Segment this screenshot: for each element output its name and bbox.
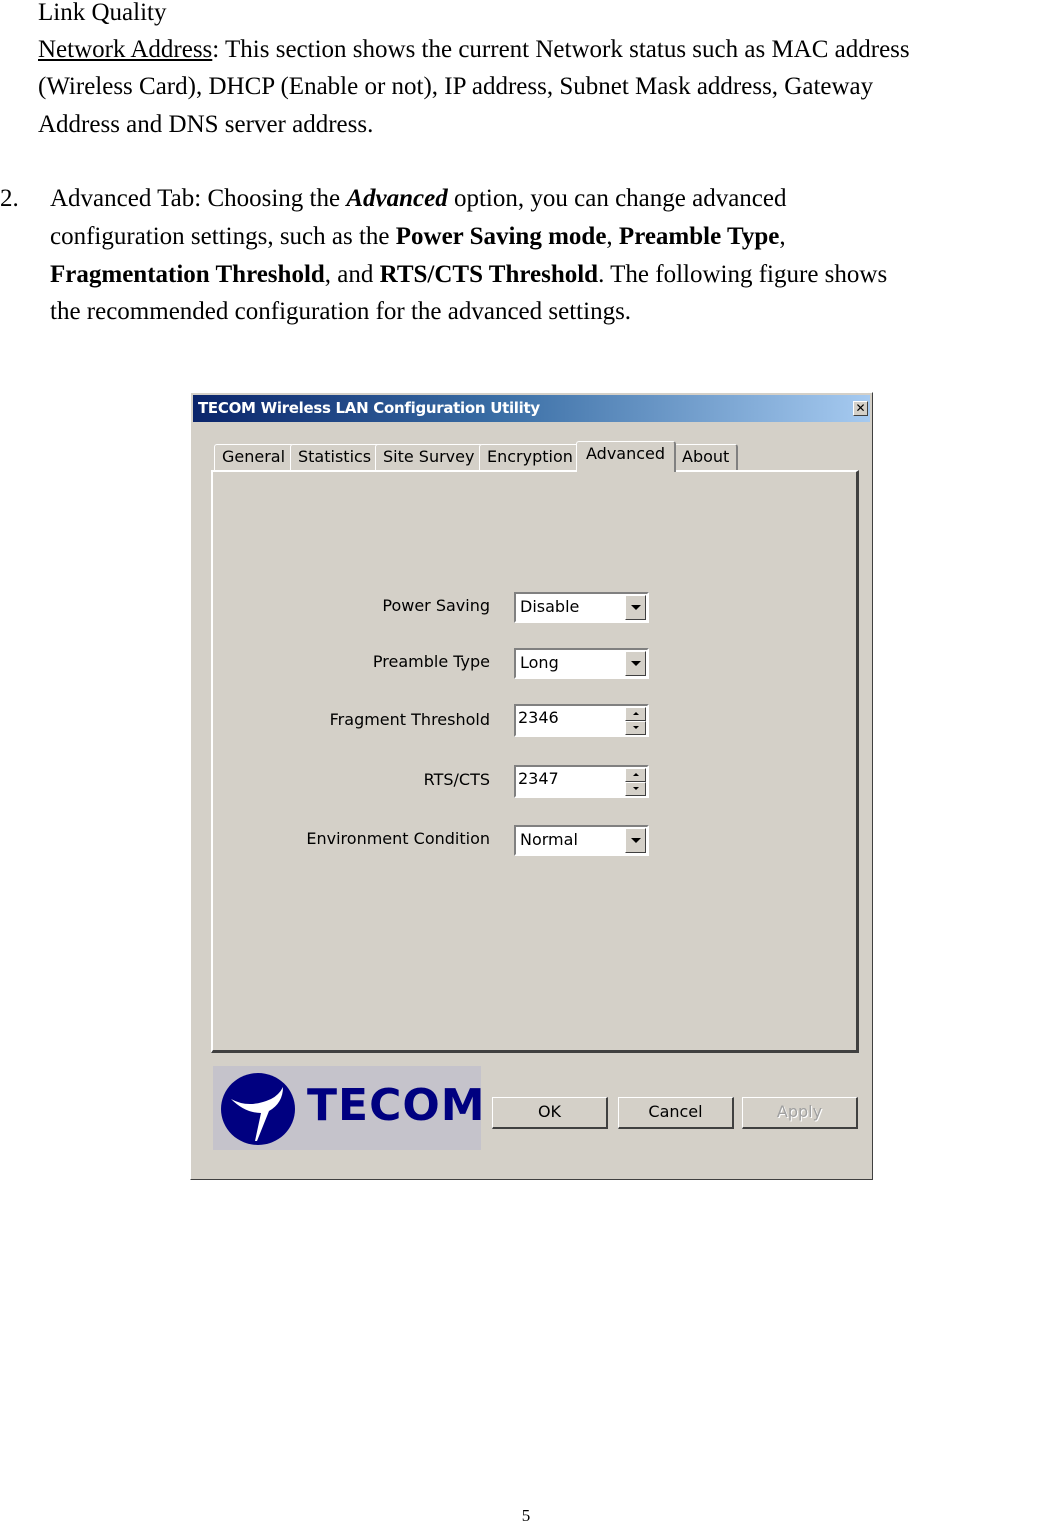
tab-general[interactable]: General xyxy=(214,444,295,470)
text: configuration settings, such as the xyxy=(50,223,396,250)
preamble-type-emphasis: Preamble Type xyxy=(618,223,780,250)
tab-advanced[interactable]: Advanced xyxy=(576,441,677,472)
advanced-tab-line-3: Fragmentation Threshold, and RTS/CTS Thr… xyxy=(50,256,887,294)
advanced-emphasis: Advanced xyxy=(346,185,448,212)
text: option, you can change advanced xyxy=(447,185,787,212)
network-address-line-1: Network Address: This section shows the … xyxy=(38,31,910,69)
fragment-threshold-value[interactable]: 2346 xyxy=(518,708,559,727)
logo-emblem-icon xyxy=(221,1073,295,1145)
apply-button[interactable]: Apply xyxy=(742,1097,858,1129)
spin-up-icon[interactable] xyxy=(625,768,646,782)
chevron-down-icon[interactable] xyxy=(625,828,646,853)
spin-down-icon[interactable] xyxy=(625,721,646,735)
tab-about[interactable]: About xyxy=(674,444,739,470)
fragment-threshold-spinner[interactable]: 2346 xyxy=(514,704,649,737)
network-address-line-3: Address and DNS server address. xyxy=(38,111,374,138)
tab-site-survey[interactable]: Site Survey xyxy=(375,444,484,470)
rts-cts-label: RTS/CTS xyxy=(423,770,490,789)
advanced-tab-line-2: configuration settings, such as the Powe… xyxy=(50,218,786,256)
text: , and xyxy=(324,261,380,288)
text: , xyxy=(606,223,619,250)
environment-condition-value: Normal xyxy=(520,830,578,849)
power-saving-label: Power Saving xyxy=(382,596,490,615)
tab-encryption[interactable]: Encryption xyxy=(479,444,582,470)
preamble-type-value: Long xyxy=(520,653,559,672)
advanced-panel: Power Saving Disable Preamble Type Long … xyxy=(211,470,859,1053)
tecom-logo: TECOM xyxy=(213,1066,485,1150)
spin-up-icon[interactable] xyxy=(625,707,646,721)
logo-wordmark: TECOM xyxy=(307,1080,486,1131)
logo-swoosh-icon xyxy=(231,1087,283,1141)
preamble-type-select[interactable]: Long xyxy=(514,648,649,679)
preamble-type-label: Preamble Type xyxy=(372,652,490,671)
environment-condition-select[interactable]: Normal xyxy=(514,825,649,856)
rts-cts-emphasis: RTS/CTS Threshold xyxy=(379,261,599,288)
title-bar[interactable]: TECOM Wireless LAN Configuration Utility… xyxy=(193,395,870,422)
link-quality-label: Link Quality xyxy=(38,0,167,26)
network-address-line-2: (Wireless Card), DHCP (Enable or not), I… xyxy=(38,73,874,100)
network-address-desc: : This section shows the current Network… xyxy=(212,36,910,63)
dialog-title: TECOM Wireless LAN Configuration Utility xyxy=(198,399,540,417)
fragment-threshold-label: Fragment Threshold xyxy=(329,710,490,729)
spin-down-icon[interactable] xyxy=(625,782,646,796)
fragmentation-emphasis: Fragmentation Threshold xyxy=(50,261,325,288)
close-button[interactable]: ✕ xyxy=(853,401,868,416)
advanced-tab-line-1: Advanced Tab: Choosing the Advanced opti… xyxy=(50,180,787,218)
cancel-button[interactable]: Cancel xyxy=(618,1097,734,1129)
rts-cts-value[interactable]: 2347 xyxy=(518,769,559,788)
ok-button[interactable]: OK xyxy=(492,1097,608,1129)
power-saving-emphasis: Power Saving mode xyxy=(395,223,607,250)
chevron-down-icon[interactable] xyxy=(625,595,646,620)
network-address-term: Network Address xyxy=(38,36,213,63)
tab-statistics[interactable]: Statistics xyxy=(290,444,381,470)
environment-condition-label: Environment Condition xyxy=(306,829,490,848)
power-saving-select[interactable]: Disable xyxy=(514,592,649,623)
close-icon: ✕ xyxy=(855,401,866,415)
power-saving-value: Disable xyxy=(520,597,580,616)
rts-cts-spinner[interactable]: 2347 xyxy=(514,765,649,798)
chevron-down-icon[interactable] xyxy=(625,651,646,676)
text: Advanced Tab: Choosing the xyxy=(50,185,347,212)
text: . The following figure shows xyxy=(598,261,888,288)
list-item-number: 2. xyxy=(0,185,19,212)
text: , xyxy=(779,223,786,250)
advanced-tab-line-4: the recommended configuration for the ad… xyxy=(50,298,632,325)
config-utility-dialog: TECOM Wireless LAN Configuration Utility… xyxy=(190,392,873,1180)
page-number: 5 xyxy=(521,1506,531,1525)
